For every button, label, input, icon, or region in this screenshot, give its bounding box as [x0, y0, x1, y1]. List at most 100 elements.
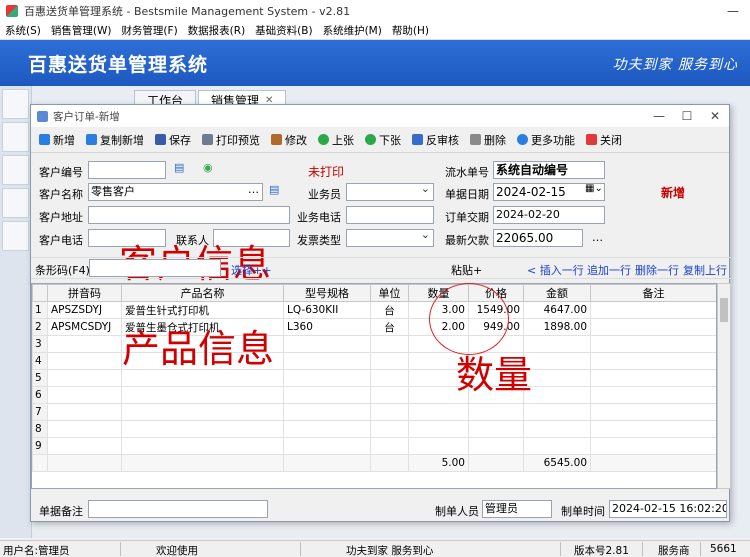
delivery-date-input[interactable]: 2024-02-20 — [493, 206, 605, 224]
grid-cell[interactable] — [370, 403, 409, 421]
nav-item[interactable] — [2, 155, 29, 185]
salesman-select[interactable] — [346, 183, 434, 201]
table-row[interactable]: 6 — [32, 386, 716, 404]
grid-cell[interactable] — [590, 352, 716, 370]
delete-row-link[interactable]: 删除一行 — [635, 262, 679, 278]
grid-cell[interactable] — [121, 386, 284, 404]
grid-cell[interactable] — [283, 420, 371, 438]
customer-lookup-icon[interactable]: ▤ — [269, 183, 279, 196]
grid-cell[interactable] — [47, 437, 122, 455]
grid-cell[interactable] — [590, 386, 716, 404]
select-icon[interactable]: ◉ — [203, 161, 213, 174]
grid-cell[interactable] — [590, 301, 716, 319]
grid-cell[interactable] — [47, 403, 122, 421]
grid-cell[interactable] — [47, 420, 122, 438]
more-functions-button[interactable]: 更多功能 — [517, 132, 575, 148]
nav-item[interactable] — [2, 89, 29, 119]
more-icon[interactable]: … — [248, 183, 259, 196]
customer-code-input[interactable] — [88, 161, 166, 179]
minimize-icon[interactable]: — — [716, 0, 750, 22]
grid-cell[interactable]: APSMCSDYJ — [47, 318, 122, 336]
grid-cell[interactable]: 1898.00 — [523, 318, 591, 336]
grid-scrollbar[interactable] — [717, 283, 731, 489]
menu-base-data[interactable]: 基础资料(B) — [250, 23, 317, 38]
grid-cell[interactable] — [370, 386, 409, 404]
menu-reports[interactable]: 数据报表(R) — [183, 23, 251, 38]
grid-cell[interactable] — [370, 335, 409, 353]
grid-cell[interactable] — [408, 437, 469, 455]
grid-cell[interactable] — [523, 420, 591, 438]
grid-cell[interactable] — [121, 369, 284, 387]
grid-cell[interactable] — [590, 403, 716, 421]
grid-cell[interactable] — [47, 352, 122, 370]
copy-add-button[interactable]: 复制新增 — [86, 132, 144, 148]
sales-phone-input[interactable] — [346, 206, 434, 224]
dialog-maximize-icon[interactable]: ☐ — [673, 105, 701, 127]
menu-sales[interactable]: 销售管理(W) — [46, 23, 117, 38]
grid-cell[interactable] — [523, 437, 591, 455]
col-product-name[interactable]: 产品名称 — [121, 284, 284, 302]
table-row[interactable]: 9 — [32, 437, 716, 455]
grid-cell[interactable] — [47, 369, 122, 387]
table-row[interactable]: 7 — [32, 403, 716, 421]
customer-address-input[interactable] — [88, 206, 290, 224]
grid-cell[interactable] — [590, 420, 716, 438]
grid-cell[interactable] — [283, 352, 371, 370]
print-preview-button[interactable]: 打印预览 — [202, 132, 260, 148]
grid-cell[interactable] — [590, 335, 716, 353]
delete-button[interactable]: 删除 — [470, 132, 506, 148]
menu-help[interactable]: 帮助(H) — [387, 23, 434, 38]
grid-cell[interactable] — [523, 335, 591, 353]
col-unit[interactable]: 单位 — [370, 284, 409, 302]
grid-cell[interactable] — [468, 420, 524, 438]
unaudit-button[interactable]: 反审核 — [412, 132, 459, 148]
debt-more-icon[interactable]: … — [592, 231, 603, 244]
customer-name-input[interactable]: 零售客户 — [88, 183, 263, 201]
save-button[interactable]: 保存 — [155, 132, 191, 148]
search-icon[interactable]: ▤ — [174, 161, 184, 174]
scroll-thumb[interactable] — [720, 298, 728, 322]
grid-cell[interactable] — [283, 335, 371, 353]
grid-cell[interactable] — [468, 403, 524, 421]
grid-cell[interactable] — [283, 386, 371, 404]
table-row[interactable]: 5 — [32, 369, 716, 387]
edit-button[interactable]: 修改 — [271, 132, 307, 148]
menu-maintenance[interactable]: 系统维护(M) — [318, 23, 387, 38]
grid-cell[interactable] — [283, 437, 371, 455]
invoice-type-select[interactable] — [346, 229, 434, 247]
grid-cell[interactable] — [408, 403, 469, 421]
grid-cell[interactable] — [523, 386, 591, 404]
grid-cell[interactable]: APSZSDYJ — [47, 301, 122, 319]
grid-cell[interactable] — [590, 369, 716, 387]
prev-button[interactable]: 上张 — [318, 132, 354, 148]
nav-item[interactable] — [2, 188, 29, 218]
menu-system[interactable]: 系统(S) — [0, 23, 46, 38]
next-button[interactable]: 下张 — [365, 132, 401, 148]
grid-cell[interactable] — [47, 386, 122, 404]
grid-cell[interactable] — [590, 437, 716, 455]
table-row[interactable]: 8 — [32, 420, 716, 438]
grid-cell[interactable] — [283, 403, 371, 421]
grid-cell[interactable] — [370, 437, 409, 455]
nav-item[interactable] — [2, 122, 29, 152]
grid-cell[interactable] — [283, 369, 371, 387]
grid-cell[interactable] — [590, 318, 716, 336]
grid-cell[interactable] — [121, 420, 284, 438]
barcode-input[interactable] — [89, 259, 221, 277]
grid-cell[interactable] — [370, 369, 409, 387]
calendar-icon[interactable]: ▦⌄ — [585, 183, 603, 194]
insert-row-link[interactable]: < 插入一行 — [527, 262, 584, 278]
grid-cell[interactable] — [523, 352, 591, 370]
grid-cell[interactable]: L360 — [283, 318, 371, 336]
grid-cell[interactable] — [523, 369, 591, 387]
copy-row-link[interactable]: 复制上行 — [683, 262, 727, 278]
grid-cell[interactable]: 台 — [370, 301, 409, 319]
menu-finance[interactable]: 财务管理(F) — [116, 23, 182, 38]
add-button[interactable]: 新增 — [39, 132, 75, 148]
paste-button[interactable]: 粘贴+ — [451, 262, 482, 278]
dialog-minimize-icon[interactable]: — — [645, 105, 673, 127]
grid-cell[interactable] — [47, 335, 122, 353]
grid-cell[interactable]: LQ-630KII — [283, 301, 371, 319]
close-button[interactable]: 关闭 — [586, 132, 622, 148]
grid-cell[interactable] — [468, 437, 524, 455]
